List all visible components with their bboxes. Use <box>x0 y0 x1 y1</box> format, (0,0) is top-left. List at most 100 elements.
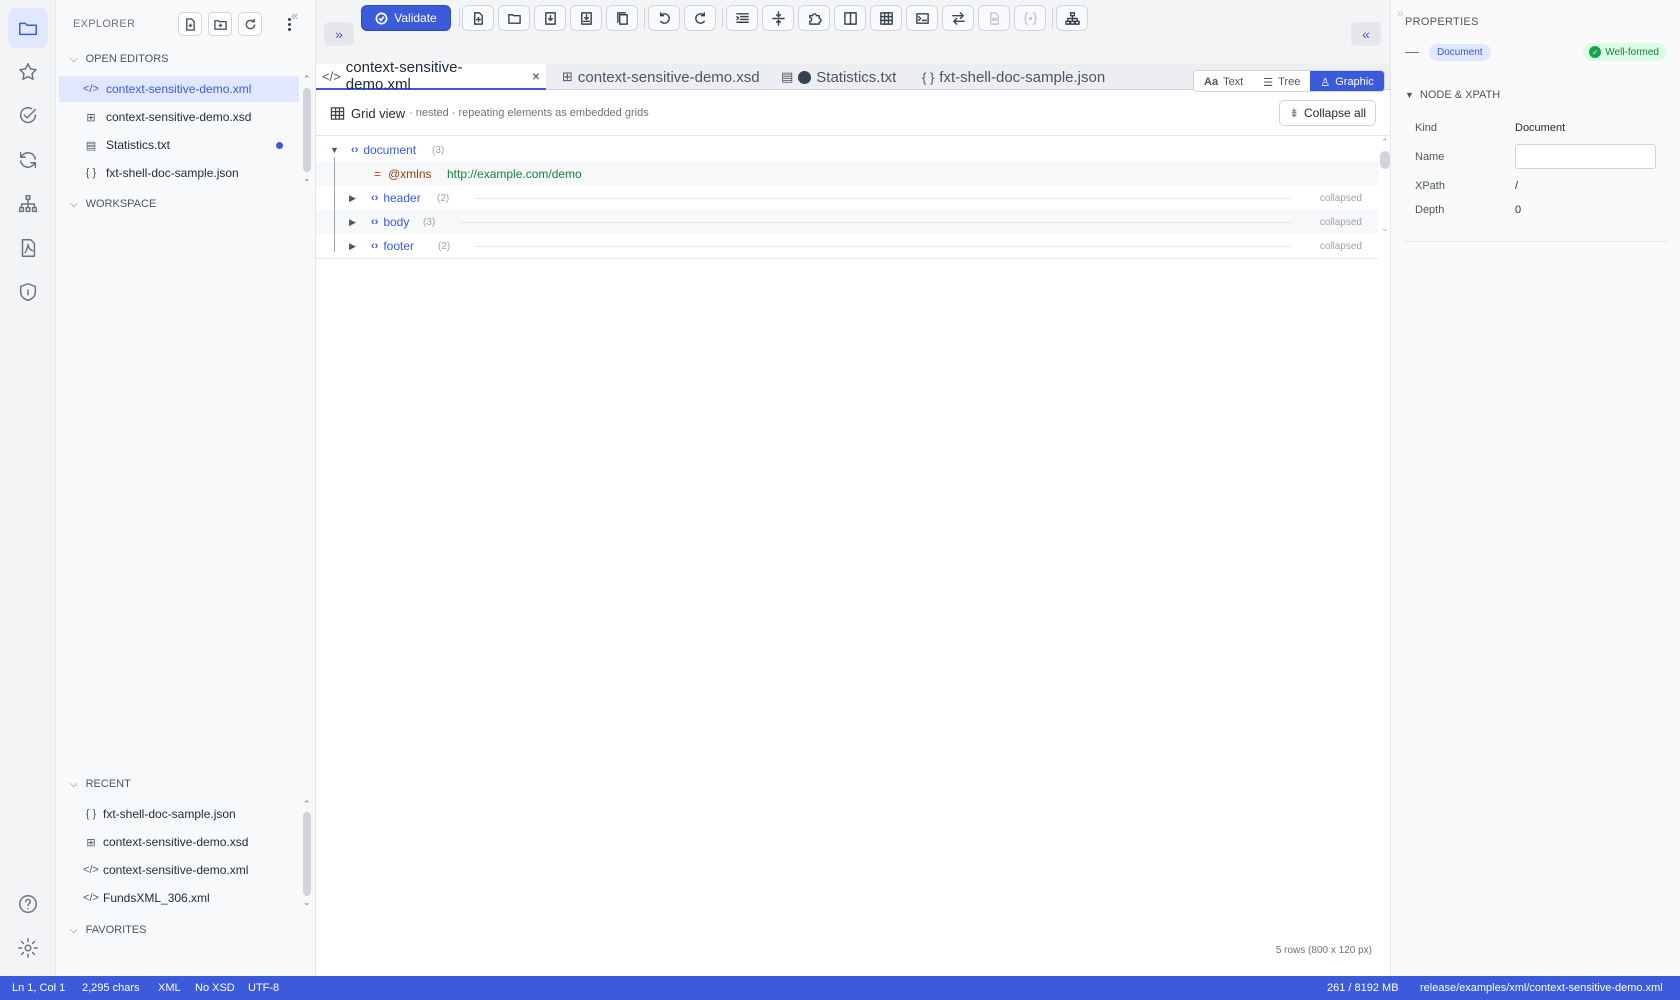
check-circle-icon[interactable] <box>8 96 48 136</box>
collapse-sidebar-icon[interactable]: « <box>291 8 311 26</box>
name-field[interactable] <box>1515 144 1656 169</box>
redo-button[interactable] <box>684 5 716 31</box>
json-icon: { } <box>85 808 97 820</box>
grid-row-body[interactable]: ▶ ‹› body (3) collapsed <box>316 210 1378 234</box>
xml-icon: </> <box>322 68 341 84</box>
row-state: collapsed <box>1319 192 1362 204</box>
scroll-up-icon[interactable]: ⌃ <box>303 74 311 85</box>
xml-icon: </> <box>83 892 99 904</box>
close-tab-icon[interactable]: × <box>532 68 540 84</box>
refresh-icon <box>245 18 255 29</box>
tab-context-sensitive-demo-xml[interactable]: </> context-sensitive-demo.xml × <box>316 59 546 93</box>
tab-statistics-txt[interactable]: ▤ Statistics.txt <box>775 64 902 90</box>
open-file-item[interactable]: { } fxt-shell-doc-sample.json <box>59 160 299 186</box>
shield-icon[interactable] <box>8 272 48 312</box>
node-xpath-section[interactable]: ▼ NODE & XPATH <box>1405 89 1500 101</box>
open-file-item[interactable]: ▤ Statistics.txt <box>59 132 299 158</box>
recent-file-item[interactable]: </> context-sensitive-demo.xml <box>59 857 289 883</box>
language-mode[interactable]: XML <box>158 982 181 994</box>
new-document-button[interactable] <box>462 5 494 31</box>
view-mode-graphic[interactable]: ♙ Graphic <box>1310 71 1384 91</box>
status-badge: ✓ Well-formed <box>1583 43 1667 61</box>
scroll-down-icon[interactable]: ⌄ <box>303 897 311 908</box>
open-file-item[interactable]: ⊞ context-sensitive-demo.xsd <box>59 104 299 130</box>
collapsed-caret-icon[interactable]: ▶ <box>349 241 356 252</box>
terminal-button[interactable] <box>906 5 938 31</box>
new-folder-button[interactable] <box>208 12 232 36</box>
properties-divider <box>1405 241 1667 242</box>
collapse-all-button[interactable]: ⇟ Collapse all <box>1279 100 1376 126</box>
open-editors-scrollbar[interactable] <box>303 88 311 172</box>
recent-section[interactable]: ⌵ RECENT <box>70 778 131 790</box>
collapse-properties-button[interactable]: « <box>1351 22 1381 46</box>
cursor-position[interactable]: Ln 1, Col 1 <box>12 982 65 994</box>
save-button[interactable] <box>534 5 566 31</box>
expanded-caret-icon[interactable]: ▼ <box>330 145 339 155</box>
grid-view-button[interactable] <box>870 5 902 31</box>
view-mode-label: Tree <box>1278 76 1301 88</box>
settings-gear-icon[interactable] <box>8 928 48 968</box>
copy-button[interactable] <box>606 5 638 31</box>
format-button[interactable] <box>726 5 758 31</box>
xpath-button[interactable] <box>1014 5 1046 31</box>
grid-row-header[interactable]: ▶ ‹› header (2) collapsed <box>316 186 1378 210</box>
schema-button[interactable] <box>1056 5 1088 31</box>
chevron-down-icon: ⌵ <box>70 924 78 936</box>
split-view-icon <box>843 11 857 25</box>
open-editors-section[interactable]: ⌵ OPEN EDITORS <box>70 53 169 65</box>
grid-row-document[interactable]: ▼ ‹› document (3) <box>316 138 1378 162</box>
attribute-name: @xmlns <box>388 167 432 181</box>
new-file-button[interactable] <box>178 12 202 36</box>
recent-file-item[interactable]: ⊞ context-sensitive-demo.xsd <box>59 829 289 855</box>
plugin-button[interactable] <box>798 5 830 31</box>
open-folder-button[interactable] <box>498 5 530 31</box>
convert-button[interactable] <box>942 5 974 31</box>
scroll-up-icon[interactable]: ⌃ <box>1381 137 1389 148</box>
sync-icon[interactable] <box>8 140 48 180</box>
refresh-button[interactable] <box>238 12 262 36</box>
kind-value: Document <box>1515 122 1566 134</box>
star-icon[interactable] <box>8 52 48 92</box>
grid-scroll-thumb[interactable] <box>1380 151 1390 169</box>
open-file-item[interactable]: </> context-sensitive-demo.xml <box>59 76 299 102</box>
schema-status[interactable]: No XSD <box>195 982 235 994</box>
schema-tree-icon[interactable] <box>8 184 48 224</box>
save-as-button[interactable] <box>570 5 602 31</box>
validate-button[interactable]: Validate <box>361 5 451 31</box>
view-mode-tree[interactable]: ☰ Tree <box>1253 71 1310 91</box>
recent-scrollbar[interactable] <box>303 812 311 896</box>
grid-row-attribute[interactable]: = @xmlns http://example.com/demo <box>316 162 1378 186</box>
collapsed-caret-icon[interactable]: ▶ <box>349 193 356 204</box>
tab-context-sensitive-demo-xsd[interactable]: ⊞ context-sensitive-demo.xsd <box>556 64 766 90</box>
folder-icon[interactable] <box>8 8 48 48</box>
recent-file-item[interactable]: { } fxt-shell-doc-sample.json <box>59 801 289 827</box>
expand-right-icon[interactable]: » <box>1397 6 1404 20</box>
help-icon[interactable] <box>8 884 48 924</box>
minify-button[interactable] <box>762 5 794 31</box>
scroll-down-icon[interactable]: ⌄ <box>303 173 311 184</box>
document-button[interactable] <box>978 5 1010 31</box>
scroll-up-icon[interactable]: ⌃ <box>303 799 311 810</box>
name-label: Name <box>1415 151 1445 163</box>
scroll-down-icon[interactable]: ⌄ <box>1381 223 1389 234</box>
section-label: NODE & XPATH <box>1419 89 1501 101</box>
tab-label: context-sensitive-demo.xml <box>345 59 463 93</box>
view-mode-text[interactable]: Aa Text <box>1194 71 1253 91</box>
grid-bottom-border <box>316 258 1378 259</box>
split-view-button[interactable] <box>834 5 866 31</box>
collapsed-caret-icon[interactable]: ▶ <box>349 217 356 228</box>
workspace-label: WORKSPACE <box>85 198 157 210</box>
encoding[interactable]: UTF-8 <box>248 982 279 994</box>
workspace-section[interactable]: ⌵ WORKSPACE <box>70 198 156 210</box>
expand-sidebar-button[interactable]: » <box>324 22 354 46</box>
favorites-section[interactable]: ⌵ FAVORITES <box>70 924 147 936</box>
indent-icon <box>735 12 749 23</box>
tab-fxt-shell-doc-sample-json[interactable]: { } fxt-shell-doc-sample.json <box>916 64 1111 90</box>
undo-button[interactable] <box>648 5 680 31</box>
depth-value: 0 <box>1515 204 1522 216</box>
recent-file-item[interactable]: </> FundsXML_306.xml <box>59 885 289 911</box>
grid-scrollbar[interactable]: ⌃ ⌄ <box>1380 137 1390 957</box>
properties-title: PROPERTIES <box>1405 16 1479 28</box>
grid-row-footer[interactable]: ▶ ‹› footer (2) collapsed <box>316 234 1378 258</box>
pdf-file-icon[interactable] <box>8 228 48 268</box>
